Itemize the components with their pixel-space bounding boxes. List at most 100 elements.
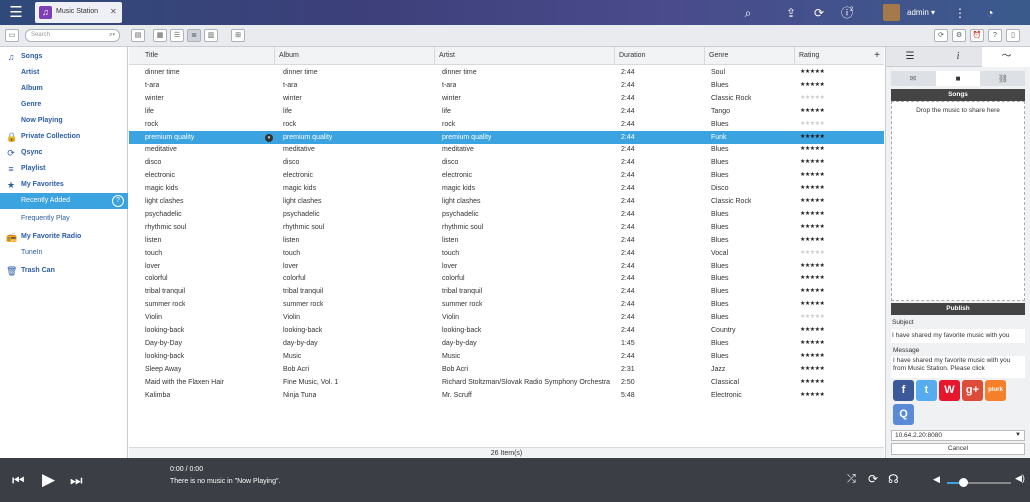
user-menu[interactable]: admin ▾	[907, 8, 935, 17]
tab-share-icon[interactable]: 〜	[982, 47, 1030, 67]
rating-stars[interactable]: ★★★★★	[800, 131, 824, 144]
table-row[interactable]: electronic electronic electronic 2:44 Blues ★…	[129, 169, 884, 182]
menu-icon[interactable]: ☰	[6, 3, 26, 22]
column-artist[interactable]: Artist	[435, 47, 615, 65]
notification-icon[interactable]: ⓘ 2	[839, 5, 855, 21]
table-row[interactable]: summer rock summer rock summer rock 2:44 Blu…	[129, 298, 884, 311]
close-icon[interactable]: ✕	[110, 7, 117, 16]
sidebar-item-tunein[interactable]: TuneIn	[0, 245, 128, 261]
rating-stars[interactable]: ★★★★★	[800, 169, 824, 182]
view-list-icon[interactable]: ≣	[187, 29, 201, 42]
table-row[interactable]: rock rock rock 2:44 Blues ★★★★★	[129, 118, 884, 131]
headphones-icon[interactable]: ☊	[888, 472, 899, 486]
plurk-icon[interactable]: plurk	[985, 380, 1006, 401]
table-row[interactable]: listen listen listen 2:44 Blues ★★★★★	[129, 234, 884, 247]
import-icon[interactable]: ⊞	[231, 29, 245, 42]
table-row[interactable]: Sleep Away Bob Acri Bob Acri 2:31 Jazz ★★★★★	[129, 363, 884, 376]
rating-stars[interactable]: ★★★★★	[800, 92, 824, 105]
table-row[interactable]: Day-by-Day day-by-day day-by-day 1:45 Blues ★…	[129, 337, 884, 350]
drop-zone[interactable]: Drop the music to share here	[891, 101, 1025, 301]
rating-stars[interactable]: ★★★★★	[800, 66, 824, 79]
message-field[interactable]: I have shared my favorite music with you…	[891, 356, 1025, 378]
more-icon[interactable]: ⋮	[952, 5, 968, 21]
table-row[interactable]: tribal tranquil tribal tranquil tribal tra…	[129, 285, 884, 298]
sidebar-item-songs[interactable]: ♫ Songs	[0, 49, 128, 65]
rating-stars[interactable]: ★★★★★	[800, 118, 824, 131]
previous-icon[interactable]: ⏮	[12, 472, 25, 489]
play-icon[interactable]: ▶	[42, 470, 55, 490]
column-rating[interactable]: Rating	[795, 47, 869, 65]
sidebar-item-frequently-play[interactable]: Frequently Play	[0, 211, 128, 227]
table-row[interactable]: Violin Violin Violin 2:44 Blues ★★★★★	[129, 311, 884, 324]
rating-stars[interactable]: ★★★★★	[800, 195, 824, 208]
column-title[interactable]: Title	[141, 47, 275, 65]
sidebar-item-now-playing[interactable]: Now Playing	[0, 113, 128, 129]
table-row[interactable]: lover lover lover 2:44 Blues ★★★★★	[129, 260, 884, 273]
sidebar-item-my-favorite-radio[interactable]: 📻 My Favorite Radio	[0, 229, 128, 245]
help-icon[interactable]: ?	[112, 195, 124, 207]
view-details-icon[interactable]: ☰	[170, 29, 184, 42]
rating-stars[interactable]: ★★★★★	[800, 182, 824, 195]
rating-stars[interactable]: ★★★★★	[800, 389, 824, 402]
rating-stars[interactable]: ★★★★★	[800, 363, 824, 376]
volume-knob[interactable]	[959, 478, 968, 487]
column-album[interactable]: Album	[275, 47, 435, 65]
table-row[interactable]: looking-back Music Music 2:44 Blues ★★★★★	[129, 350, 884, 363]
sidebar-item-album[interactable]: Album	[0, 81, 128, 97]
table-row[interactable]: light clashes light clashes light clashes 2…	[129, 195, 884, 208]
weibo-icon[interactable]: W	[939, 380, 960, 401]
table-row[interactable]: meditative meditative meditative 2:44 Blues ★…	[129, 143, 884, 156]
rating-stars[interactable]: ★★★★★	[800, 311, 824, 324]
alarm-icon[interactable]: ⏰	[970, 29, 984, 42]
cancel-button[interactable]: Cancel	[891, 443, 1025, 455]
sidebar-item-qsync[interactable]: ⟳ Qsync	[0, 145, 128, 161]
rating-stars[interactable]: ★★★★★	[800, 324, 824, 337]
view-thumbnail-icon[interactable]: ▦	[153, 29, 167, 42]
sidebar-item-genre[interactable]: Genre	[0, 97, 128, 113]
twitter-icon[interactable]: t	[916, 380, 937, 401]
table-row[interactable]: disco disco disco 2:44 Blues ★★★★★	[129, 156, 884, 169]
table-row[interactable]: colorful colorful colorful 2:44 Blues ★★★★★	[129, 272, 884, 285]
table-row[interactable]: t-ara t-ara t-ara 2:44 Blues ★★★★★	[129, 79, 884, 92]
avatar[interactable]	[883, 4, 900, 21]
sidebar-item-playlist[interactable]: ≡ Playlist	[0, 161, 128, 177]
rating-stars[interactable]: ★★★★★	[800, 247, 824, 260]
volume-slider[interactable]	[947, 478, 1011, 487]
help-icon[interactable]: ?	[988, 29, 1002, 42]
table-row[interactable]: magic kids magic kids magic kids 2:44 Disco ★…	[129, 182, 884, 195]
rating-stars[interactable]: ★★★★★	[800, 298, 824, 311]
reload-icon[interactable]: ⟳	[934, 29, 948, 42]
sidebar-item-trash-can[interactable]: 🗑 Trash Can	[0, 263, 128, 279]
add-column-button[interactable]: +	[874, 47, 880, 65]
table-row[interactable]: winter winter winter 2:44 Classic Rock ★★★★★	[129, 92, 884, 105]
settings-icon[interactable]: ⚙	[952, 29, 966, 42]
facebook-icon[interactable]: f	[893, 380, 914, 401]
rating-stars[interactable]: ★★★★★	[800, 260, 824, 273]
dashboard-icon[interactable]: ◔	[982, 5, 998, 21]
rating-stars[interactable]: ★★★★★	[800, 337, 824, 350]
table-row[interactable]: rhythmic soul rhythmic soul rhythmic soul 2…	[129, 221, 884, 234]
rating-stars[interactable]: ★★★★★	[800, 105, 824, 118]
right-panel-toggle-icon[interactable]: ▯	[1006, 29, 1020, 42]
column-duration[interactable]: Duration	[615, 47, 705, 65]
tab-list-icon[interactable]: ☰	[886, 47, 934, 67]
tab-info-icon[interactable]: i	[934, 47, 982, 67]
search-input[interactable]: Search ⌕▾	[25, 29, 120, 42]
row-menu-icon[interactable]: ▾	[265, 133, 273, 142]
table-row[interactable]: psychadelic psychadelic psychadelic 2:44 Blu…	[129, 208, 884, 221]
table-row[interactable]: touch touch touch 2:44 Vocal ★★★★★	[129, 247, 884, 260]
social-icon[interactable]: ■	[936, 71, 980, 86]
sidebar-toggle-icon[interactable]: ▭	[5, 29, 19, 42]
volume-icon[interactable]: ◀	[933, 474, 940, 485]
rating-stars[interactable]: ★★★★★	[800, 234, 824, 247]
table-row[interactable]: premium quality premium quality premium qu…	[129, 130, 884, 144]
search-icon[interactable]: ⌕	[740, 5, 756, 21]
table-row[interactable]: looking-back looking-back looking-back 2:44…	[129, 324, 884, 337]
sidebar-item-recently-added[interactable]: Recently Added?	[0, 193, 128, 209]
sidebar-item-private-collection[interactable]: 🔒 Private Collection	[0, 129, 128, 145]
rating-stars[interactable]: ★★★★★	[800, 79, 824, 92]
upload-icon[interactable]: ⇪	[783, 5, 799, 21]
rating-stars[interactable]: ★★★★★	[800, 350, 824, 363]
view-cover-icon[interactable]: ▤	[131, 29, 145, 42]
shuffle-icon[interactable]: ⤮	[847, 473, 856, 486]
